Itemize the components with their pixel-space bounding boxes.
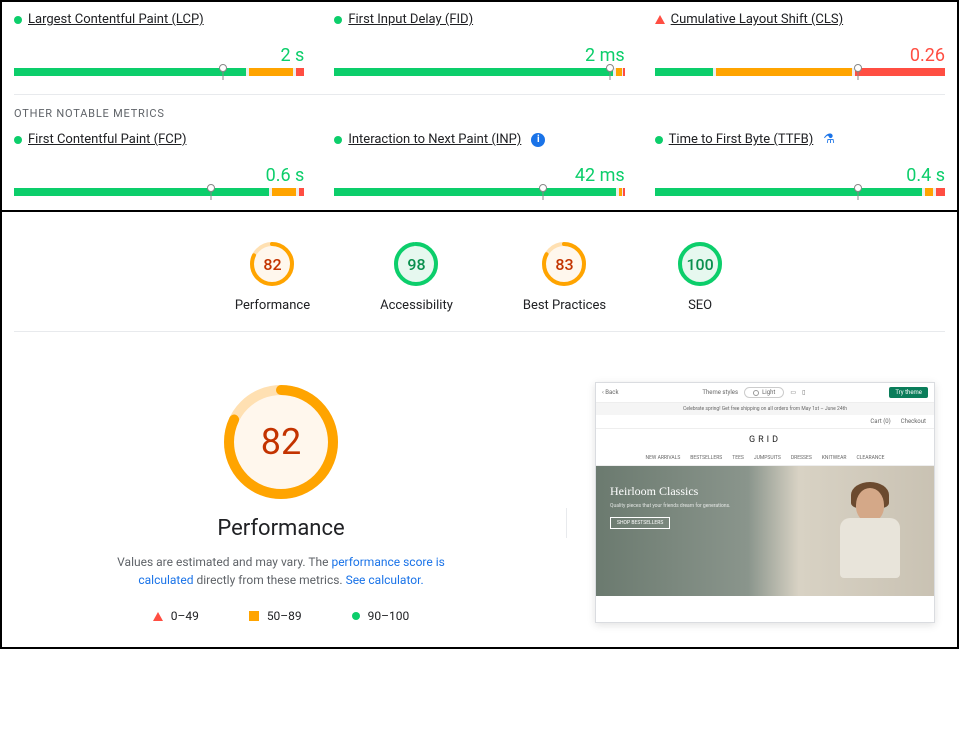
metric-value: 0.4 s — [655, 165, 945, 186]
triangle-red-icon — [655, 15, 665, 24]
calculator-link[interactable]: See calculator. — [346, 573, 424, 587]
legend-good: 90–100 — [352, 609, 410, 623]
vertical-divider — [566, 508, 567, 538]
hero-cta-button[interactable]: SHOP BESTSELLERS — [610, 517, 670, 529]
score-label: Accessibility — [380, 298, 453, 313]
site-logo: GRID — [596, 429, 934, 451]
nav-item[interactable]: DRESSES — [791, 455, 812, 461]
metric-value: 2 ms — [334, 45, 624, 66]
metric-distribution-bar — [14, 68, 304, 76]
gauge-icon: 98 — [392, 240, 440, 288]
dot-green-icon — [352, 612, 360, 620]
gauge-icon: 100 — [676, 240, 724, 288]
score-label: Performance — [235, 298, 310, 313]
theme-select[interactable]: Light — [744, 387, 784, 398]
legend-avg: 50–89 — [249, 609, 302, 623]
score-best-practices[interactable]: 83 Best Practices — [523, 240, 606, 313]
metric-distribution-bar — [14, 188, 304, 196]
dot-green-icon — [655, 136, 663, 144]
metric-card: First Input Delay (FID) 2 ms — [334, 12, 624, 76]
performance-score-value: 82 — [221, 382, 341, 502]
metric-distribution-bar — [655, 188, 945, 196]
try-theme-button[interactable]: Try theme — [889, 387, 928, 398]
performance-title: Performance — [24, 516, 538, 541]
promo-banner: Celebrate spring! Get free shipping on a… — [596, 403, 934, 415]
marker-icon — [854, 64, 862, 72]
nav-item[interactable]: BESTSELLERS — [690, 455, 722, 461]
dot-green-icon — [14, 136, 22, 144]
metric-title-link[interactable]: Interaction to Next Paint (INP) — [348, 132, 521, 147]
marker-icon — [219, 64, 227, 72]
hero-image: Heirloom Classics Quality pieces that yo… — [596, 466, 934, 596]
nav-item[interactable]: KNITWEAR — [822, 455, 847, 461]
metric-title-link[interactable]: Time to First Byte (TTFB) — [669, 132, 814, 147]
score-value: 82 — [248, 240, 296, 288]
dot-green-icon — [334, 16, 342, 24]
score-seo[interactable]: 100 SEO — [676, 240, 724, 313]
metric-card: Interaction to Next Paint (INP) i 42 ms — [334, 132, 624, 196]
score-accessibility[interactable]: 98 Accessibility — [380, 240, 453, 313]
desktop-icon[interactable]: ▭ — [790, 389, 796, 396]
nav-item[interactable]: JUMPSUITS — [754, 455, 781, 461]
mobile-icon[interactable]: ▯ — [802, 389, 805, 396]
dot-green-icon — [14, 16, 22, 24]
gauge-icon: 82 — [248, 240, 296, 288]
metric-distribution-bar — [334, 68, 624, 76]
score-value: 83 — [540, 240, 588, 288]
square-orange-icon — [249, 611, 259, 621]
performance-description: Values are estimated and may vary. The p… — [91, 553, 471, 589]
metric-card: Time to First Byte (TTFB) ⚗ 0.4 s — [655, 132, 945, 196]
score-value: 100 — [676, 240, 724, 288]
performance-gauge: 82 — [221, 382, 341, 502]
marker-icon — [539, 184, 547, 192]
metric-distribution-bar — [334, 188, 624, 196]
metric-title-link[interactable]: First Input Delay (FID) — [348, 12, 473, 27]
triangle-red-icon — [153, 612, 163, 621]
nav-item[interactable]: CLEARANCE — [856, 455, 884, 461]
core-vitals-panel: Largest Contentful Paint (LCP) 2 s First… — [0, 0, 959, 212]
lighthouse-panel: 82 Performance 98 Accessibility 83 Best … — [0, 212, 959, 649]
marker-icon — [207, 184, 215, 192]
performance-section: 82 Performance Values are estimated and … — [24, 382, 538, 623]
divider — [14, 331, 945, 332]
score-legend: 0–49 50–89 90–100 — [24, 609, 538, 623]
divider — [14, 94, 945, 95]
metric-value: 0.6 s — [14, 165, 304, 186]
score-performance[interactable]: 82 Performance — [235, 240, 310, 313]
flask-icon[interactable]: ⚗ — [823, 132, 835, 147]
marker-icon — [606, 64, 614, 72]
metric-title-link[interactable]: Largest Contentful Paint (LCP) — [28, 12, 204, 27]
info-icon[interactable]: i — [531, 133, 545, 147]
other-metrics-heading: OTHER NOTABLE METRICS — [14, 107, 945, 120]
metric-title-link[interactable]: First Contentful Paint (FCP) — [28, 132, 187, 147]
score-label: Best Practices — [523, 298, 606, 313]
gauge-icon: 83 — [540, 240, 588, 288]
nav-item[interactable]: NEW ARRIVALS — [646, 455, 681, 461]
metric-card: Largest Contentful Paint (LCP) 2 s — [14, 12, 304, 76]
page-screenshot-thumbnail: ‹ Back Theme styles Light ▭ ▯ Try theme … — [595, 382, 935, 623]
marker-icon — [854, 184, 862, 192]
metric-value: 0.26 — [655, 45, 945, 66]
dot-green-icon — [334, 136, 342, 144]
metric-value: 42 ms — [334, 165, 624, 186]
metric-value: 2 s — [14, 45, 304, 66]
legend-poor: 0–49 — [153, 609, 199, 623]
metric-distribution-bar — [655, 68, 945, 76]
nav-item[interactable]: TEES — [732, 455, 744, 461]
back-link[interactable]: ‹ Back — [602, 389, 618, 396]
metric-title-link[interactable]: Cumulative Layout Shift (CLS) — [671, 12, 843, 27]
metric-card: Cumulative Layout Shift (CLS) 0.26 — [655, 12, 945, 76]
score-value: 98 — [392, 240, 440, 288]
score-label: SEO — [676, 298, 724, 313]
metric-card: First Contentful Paint (FCP) 0.6 s — [14, 132, 304, 196]
